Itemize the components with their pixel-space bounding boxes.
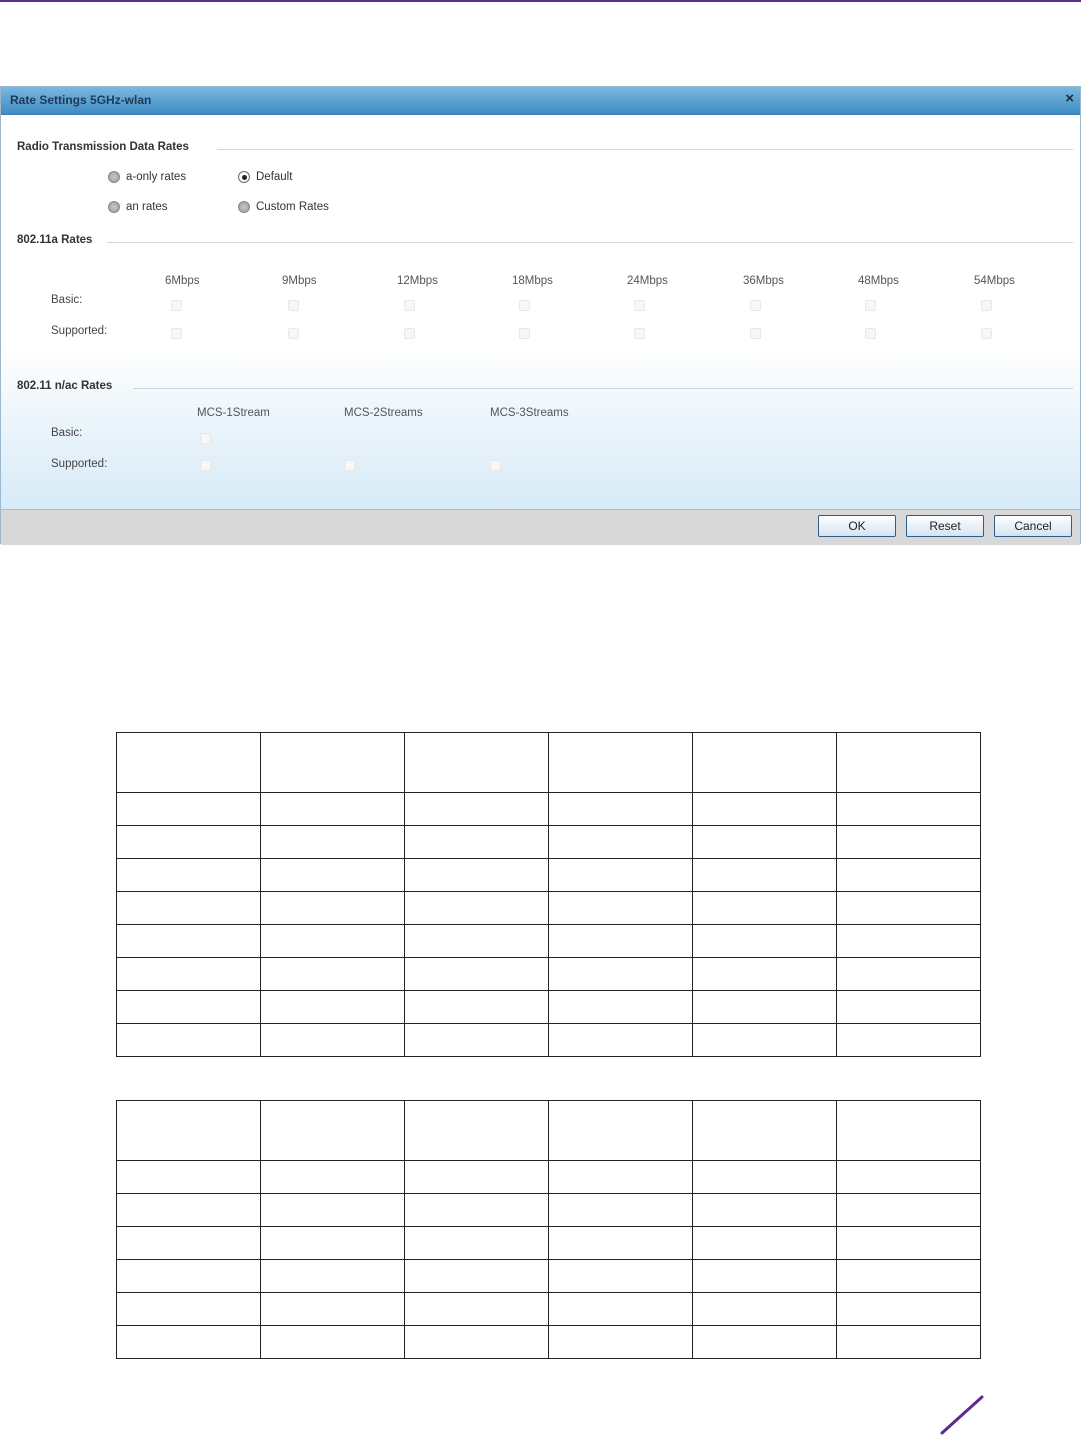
checkbox-basic-24mbps[interactable] [634,300,645,311]
checkbox-basic-36mbps[interactable] [750,300,761,311]
page-corner-slash-icon [940,1395,984,1435]
ok-button[interactable]: OK [818,515,896,537]
checkbox-basic-6mbps[interactable] [171,300,182,311]
section-title-radio-tx: Radio Transmission Data Rates [17,141,189,153]
radio-label: a-only rates [126,171,187,183]
dialog-title: Rate Settings 5GHz-wlan [10,93,152,107]
radio-button-selected-icon [238,171,250,183]
section-title-80211a: 802.11a Rates [17,234,93,246]
radio-an-rates[interactable]: an rates [108,201,168,213]
radio-label: an rates [126,201,168,213]
checkbox-supported-6mbps[interactable] [171,328,182,339]
checkbox-basic-12mbps[interactable] [404,300,415,311]
rate-header-9mbps: 9Mbps [282,275,317,287]
radio-button-icon [108,201,120,213]
radio-a-only-rates[interactable]: a-only rates [108,171,186,183]
dialog-footer: OK Reset Cancel [1,509,1080,545]
radio-label: Default [256,171,293,183]
row-label-supported: Supported: [51,458,108,470]
checkbox-supported-12mbps[interactable] [404,328,415,339]
rate-header-18mbps: 18Mbps [512,275,553,287]
radio-default[interactable]: Default [238,171,292,183]
reset-button[interactable]: Reset [906,515,984,537]
section-divider [217,149,1073,150]
checkbox-supported-54mbps[interactable] [981,328,992,339]
checkbox-basic-mcs-1stream[interactable] [200,433,211,444]
radio-button-icon [238,201,250,213]
checkbox-supported-9mbps[interactable] [288,328,299,339]
checkbox-supported-mcs-3streams[interactable] [490,460,501,471]
section-divider [107,242,1073,243]
checkbox-supported-mcs-1stream[interactable] [200,460,211,471]
rate-header-mcs-3streams: MCS-3Streams [490,407,569,419]
checkbox-supported-18mbps[interactable] [519,328,530,339]
row-label-supported: Supported: [51,325,108,337]
rate-header-mcs-1stream: MCS-1Stream [197,407,270,419]
rate-header-48mbps: 48Mbps [858,275,899,287]
checkbox-basic-18mbps[interactable] [519,300,530,311]
blank-table-1 [116,732,981,1057]
checkbox-basic-48mbps[interactable] [865,300,876,311]
checkbox-basic-9mbps[interactable] [288,300,299,311]
rate-header-6mbps: 6Mbps [165,275,200,287]
blank-table-2 [116,1100,981,1359]
rate-header-12mbps: 12Mbps [397,275,438,287]
cancel-button[interactable]: Cancel [994,515,1072,537]
radio-label: Custom Rates [256,201,329,213]
rate-header-54mbps: 54Mbps [974,275,1015,287]
rate-header-24mbps: 24Mbps [627,275,668,287]
close-icon[interactable]: × [1065,90,1074,107]
rate-settings-dialog: Rate Settings 5GHz-wlan × Radio Transmis… [0,86,1081,545]
radio-custom-rates[interactable]: Custom Rates [238,201,329,213]
row-label-basic: Basic: [51,294,83,306]
checkbox-basic-54mbps[interactable] [981,300,992,311]
checkbox-supported-mcs-2streams[interactable] [344,460,355,471]
row-label-basic: Basic: [51,427,83,439]
section-divider [133,388,1073,389]
rate-header-mcs-2streams: MCS-2Streams [344,407,423,419]
checkbox-supported-24mbps[interactable] [634,328,645,339]
checkbox-supported-36mbps[interactable] [750,328,761,339]
section-title-80211nac: 802.11 n/ac Rates [17,380,113,392]
top-accent-line [0,0,1081,2]
checkbox-supported-48mbps[interactable] [865,328,876,339]
rate-header-36mbps: 36Mbps [743,275,784,287]
radio-button-icon [108,171,120,183]
dialog-titlebar[interactable]: Rate Settings 5GHz-wlan × [1,87,1080,115]
